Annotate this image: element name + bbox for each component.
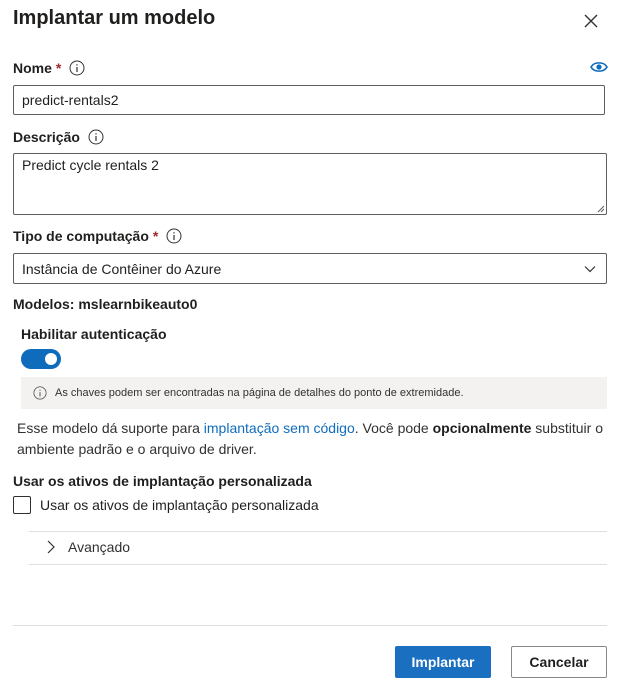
- deployment-description: Esse modelo dá suporte para implantação …: [17, 418, 607, 460]
- custom-assets-checkbox-label[interactable]: Usar os ativos de implantação personaliz…: [40, 497, 319, 513]
- custom-assets-checkbox-row[interactable]: Usar os ativos de implantação personaliz…: [13, 496, 319, 514]
- no-code-deployment-link[interactable]: implantação sem código: [204, 420, 355, 436]
- info-icon[interactable]: [166, 228, 182, 244]
- required-marker: *: [152, 228, 159, 244]
- auth-toggle[interactable]: [21, 349, 61, 369]
- dialog-title: Implantar um modelo: [13, 7, 216, 29]
- deploy-button[interactable]: Implantar: [395, 646, 491, 678]
- auth-label: Habilitar autenticação: [21, 326, 167, 342]
- auth-info-text: As chaves podem ser encontradas na págin…: [55, 387, 464, 399]
- info-icon: [33, 386, 47, 400]
- models-line: Modelos: mslearnbikeauto0: [13, 296, 198, 312]
- compute-type-select[interactable]: Instância de Contêiner do Azure: [13, 253, 607, 284]
- close-button[interactable]: [578, 8, 604, 34]
- name-label-row: Nome *: [13, 60, 85, 76]
- required-marker: *: [55, 60, 62, 76]
- description-label-row: Descrição: [13, 129, 104, 145]
- footer-divider: [13, 625, 607, 626]
- desc-bold: opcionalmente: [432, 420, 532, 436]
- custom-assets-checkbox[interactable]: [13, 496, 31, 514]
- name-input[interactable]: predict-rentals2: [13, 85, 605, 115]
- description-value: Predict cycle rentals 2: [22, 157, 159, 173]
- compute-type-value: Instância de Contêiner do Azure: [22, 260, 222, 277]
- advanced-expander[interactable]: Avançado: [45, 539, 130, 555]
- compute-label: Tipo de computação: [13, 228, 149, 244]
- divider: [29, 531, 607, 532]
- custom-assets-title: Usar os ativos de implantação personaliz…: [13, 473, 312, 489]
- desc-part1: Esse modelo dá suporte para: [17, 420, 204, 436]
- info-icon[interactable]: [88, 129, 104, 145]
- desc-part2: . Você pode: [354, 420, 433, 436]
- description-textarea[interactable]: Predict cycle rentals 2: [13, 153, 607, 215]
- divider: [29, 564, 607, 565]
- compute-label-row: Tipo de computação *: [13, 228, 182, 244]
- name-label: Nome: [13, 60, 52, 76]
- eye-icon[interactable]: [590, 60, 608, 74]
- advanced-label: Avançado: [68, 539, 131, 555]
- auth-info-bar: As chaves podem ser encontradas na págin…: [21, 377, 607, 409]
- info-icon[interactable]: [69, 60, 85, 76]
- resize-grip-icon[interactable]: [597, 205, 605, 213]
- toggle-knob: [45, 353, 57, 365]
- cancel-button[interactable]: Cancelar: [511, 646, 607, 678]
- chevron-down-icon: [584, 266, 596, 273]
- description-label: Descrição: [13, 129, 80, 145]
- close-icon: [584, 14, 598, 28]
- chevron-right-icon: [47, 540, 55, 554]
